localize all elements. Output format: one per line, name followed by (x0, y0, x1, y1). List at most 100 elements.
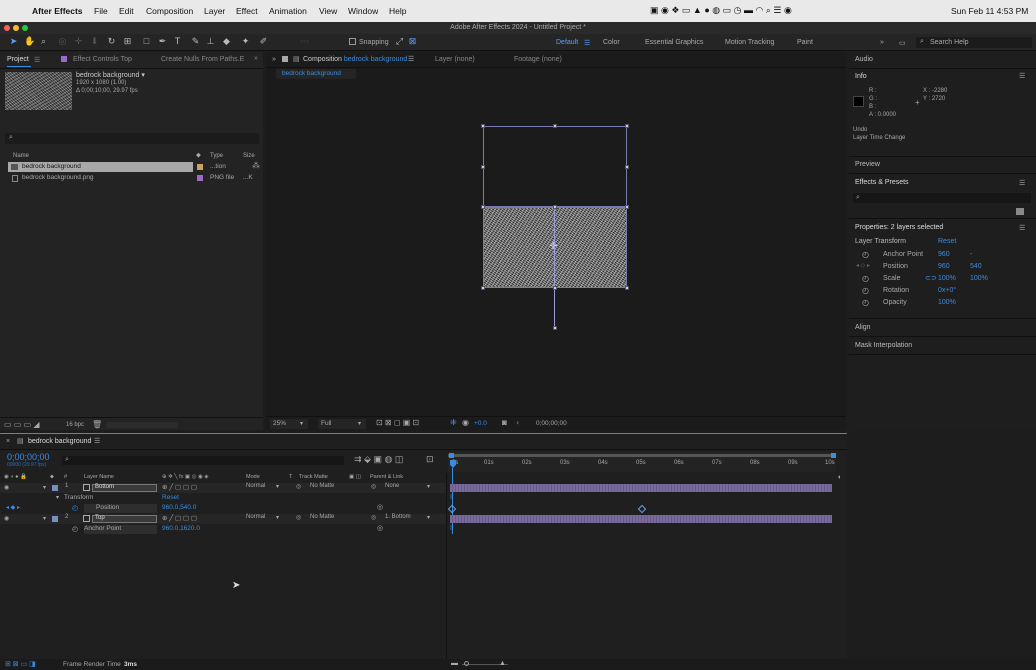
snapping-checkbox[interactable] (349, 38, 356, 45)
viewer-timecode[interactable]: 0;00;00;00 (536, 420, 567, 427)
zoom-window-button[interactable] (22, 25, 28, 31)
av-switch-icons[interactable]: ◉ ◖ ● 🔒 (4, 474, 27, 480)
prop-anchor-y[interactable]: - (970, 251, 972, 258)
menu-view[interactable]: View (319, 6, 337, 16)
timeline-tab-menu-icon[interactable]: ☰ (94, 437, 100, 445)
transform-handle[interactable] (625, 286, 629, 290)
chevron-down-icon[interactable]: ▾ (276, 483, 279, 490)
menu-effect[interactable]: Effect (236, 6, 258, 16)
info-menu-icon[interactable]: ☰ (1019, 72, 1025, 80)
transform-handle[interactable] (553, 286, 557, 290)
project-footer-icons[interactable]: ▭ ▭ ▭ ◢ (4, 420, 40, 429)
stopwatch-icon[interactable]: ◴ (862, 250, 869, 259)
prop-rotation[interactable]: 0x+0° (938, 287, 956, 294)
timeline-layer-row[interactable]: ◉ ▾ 2 Top ⊕ ╱ ▢ ▢ ▢ Normal ▾ ◎ No Matte … (0, 514, 446, 524)
chevron-down-icon[interactable]: ▾ (276, 514, 279, 521)
expression-icon[interactable]: ◎ (377, 524, 383, 532)
layer-switches[interactable]: ⊕ ╱ ▢ ▢ ▢ (162, 483, 197, 491)
tab-timeline-comp[interactable]: bedrock background (28, 438, 91, 445)
effects-presets-header[interactable]: Effects & Presets (855, 179, 909, 186)
new-preset-icon[interactable] (1016, 208, 1024, 215)
menu-file[interactable]: File (94, 6, 108, 16)
pan-tool-icon[interactable]: ✛ (74, 37, 83, 46)
project-item-row[interactable]: bedrock background.png (8, 173, 193, 183)
label-color-swatch[interactable] (197, 164, 203, 170)
stopwatch-icon[interactable]: ◴ (862, 286, 869, 295)
pen-tool-icon[interactable]: ✒ (158, 37, 167, 46)
transform-reset-button[interactable]: Reset (938, 238, 956, 245)
menu-help[interactable]: Help (389, 6, 406, 16)
tab-layer[interactable]: Layer (none) (435, 56, 475, 63)
transform-handle[interactable] (625, 205, 629, 209)
anchor-crosshair-icon[interactable]: ✛ (549, 241, 557, 252)
expand-arrow-icon[interactable]: ▾ (43, 515, 46, 522)
thumb-name[interactable]: bedrock background ▾ (76, 71, 145, 79)
timeline-layer-row[interactable]: ◉ ▾ 1 Bottom ⊕ ╱ ▢ ▢ ▢ Normal ▾ ◎ No Mat… (0, 483, 446, 493)
flowchart-icon[interactable]: ⁂ (252, 161, 260, 170)
extra-tools-icon[interactable]: ◦◦◦ (300, 37, 310, 46)
col-type-header[interactable]: Type (210, 153, 223, 159)
type-tool-icon[interactable]: T (173, 37, 182, 46)
work-area-end-handle[interactable] (831, 453, 836, 458)
layer-matte[interactable]: No Matte (310, 514, 334, 520)
selection-tool-icon[interactable]: ➤ (9, 37, 18, 46)
menu-layer[interactable]: Layer (204, 6, 225, 16)
bpc-label[interactable]: 16 bpc (66, 422, 84, 428)
stopwatch-icon[interactable]: ◴ (862, 274, 869, 283)
col-size-header[interactable]: Size (243, 153, 255, 159)
transform-handle[interactable] (625, 124, 629, 128)
align-panel-header[interactable]: Align (855, 324, 871, 331)
transform-handle[interactable] (481, 286, 485, 290)
preview-panel-header[interactable]: Preview (855, 161, 880, 168)
transform-handle[interactable] (481, 124, 485, 128)
close-window-button[interactable] (4, 25, 10, 31)
label-color-swatch[interactable] (197, 175, 203, 181)
close-tab-icon[interactable]: × (6, 438, 10, 445)
info-panel-header[interactable]: Info (855, 73, 867, 80)
timeline-timecode[interactable]: 0;00;00;00 (7, 452, 50, 462)
layer-switches[interactable]: ⊕ ╱ ▢ ▢ ▢ (162, 514, 197, 522)
transform-handle[interactable] (481, 165, 485, 169)
tab-create-nulls[interactable]: Create Nulls From Paths.E (161, 56, 244, 63)
roto-brush-tool-icon[interactable]: ✦ (241, 37, 250, 46)
properties-panel-header[interactable]: Properties: 2 layers selected (855, 224, 943, 231)
layer-label-swatch[interactable] (52, 485, 58, 491)
brush-tool-icon[interactable]: ✎ (191, 37, 200, 46)
breadcrumb[interactable]: bedrock background (276, 69, 356, 79)
menu-window[interactable]: Window (348, 6, 378, 16)
transform-handle[interactable] (625, 165, 629, 169)
matte-pick-icon[interactable]: ◎ (296, 514, 301, 521)
work-area-start-handle[interactable] (449, 453, 454, 458)
col-t[interactable]: T (289, 474, 292, 480)
snap-grid-icon[interactable]: ⊠ (408, 37, 417, 46)
menu-composition[interactable]: Composition (146, 6, 193, 16)
layer-mode[interactable]: Normal (246, 514, 265, 520)
layer-name-field[interactable]: Bottom (92, 484, 157, 492)
col-number[interactable]: # (64, 474, 67, 480)
show-snapshot-icon[interactable]: ◐ (516, 418, 521, 427)
expand-arrow-icon[interactable]: ▾ (56, 494, 59, 501)
visibility-icon[interactable]: ◉ (4, 515, 9, 522)
layer-duration-bar[interactable] (450, 515, 832, 523)
panel-layout-icon[interactable]: ▭ (899, 39, 906, 47)
expression-icon[interactable]: ◎ (377, 503, 383, 511)
anchor-point-handle[interactable] (553, 326, 557, 330)
prop-scale-y[interactable]: 100% (970, 275, 988, 282)
switches-header-icons[interactable]: ⊕ ✲ ╲ fx ▣ ◎ ◉ ◈ (162, 474, 209, 480)
layer-mode[interactable]: Normal (246, 483, 265, 489)
col-mode[interactable]: Mode (246, 474, 260, 480)
status-icons[interactable]: ▣ ◉ ❖ ▭ ▲ ● ◍ ▭ ◷ ▬ ◠ ⌕ ☰ ◉ (650, 5, 792, 16)
timeline-switch-icons[interactable]: ⇉ ⬙ ▣ ◍ ◫ (354, 454, 403, 465)
keyframe-nav-icon[interactable]: ◂ ◆ ▸ (6, 504, 20, 511)
zoom-out-icon[interactable]: ▬ (451, 660, 458, 667)
clock[interactable]: Sun Feb 11 4:53 PM (951, 6, 1028, 16)
keyframe-diamond[interactable] (637, 504, 647, 514)
layer-matte[interactable]: No Matte (310, 483, 334, 489)
timeline-search-input[interactable]: ⌕ (62, 456, 344, 465)
viewer-toggle-icons[interactable]: ⊡ ⊠ ◻ ▣ ⊡ (376, 418, 419, 427)
expand-arrow-icon[interactable]: ▾ (43, 484, 46, 491)
orbit-tool-icon[interactable]: ◎ (58, 37, 67, 46)
trash-icon[interactable]: 🗑 (92, 420, 102, 429)
channel-icon[interactable]: ⁜ (450, 418, 457, 427)
timeline-divider[interactable] (446, 473, 447, 660)
